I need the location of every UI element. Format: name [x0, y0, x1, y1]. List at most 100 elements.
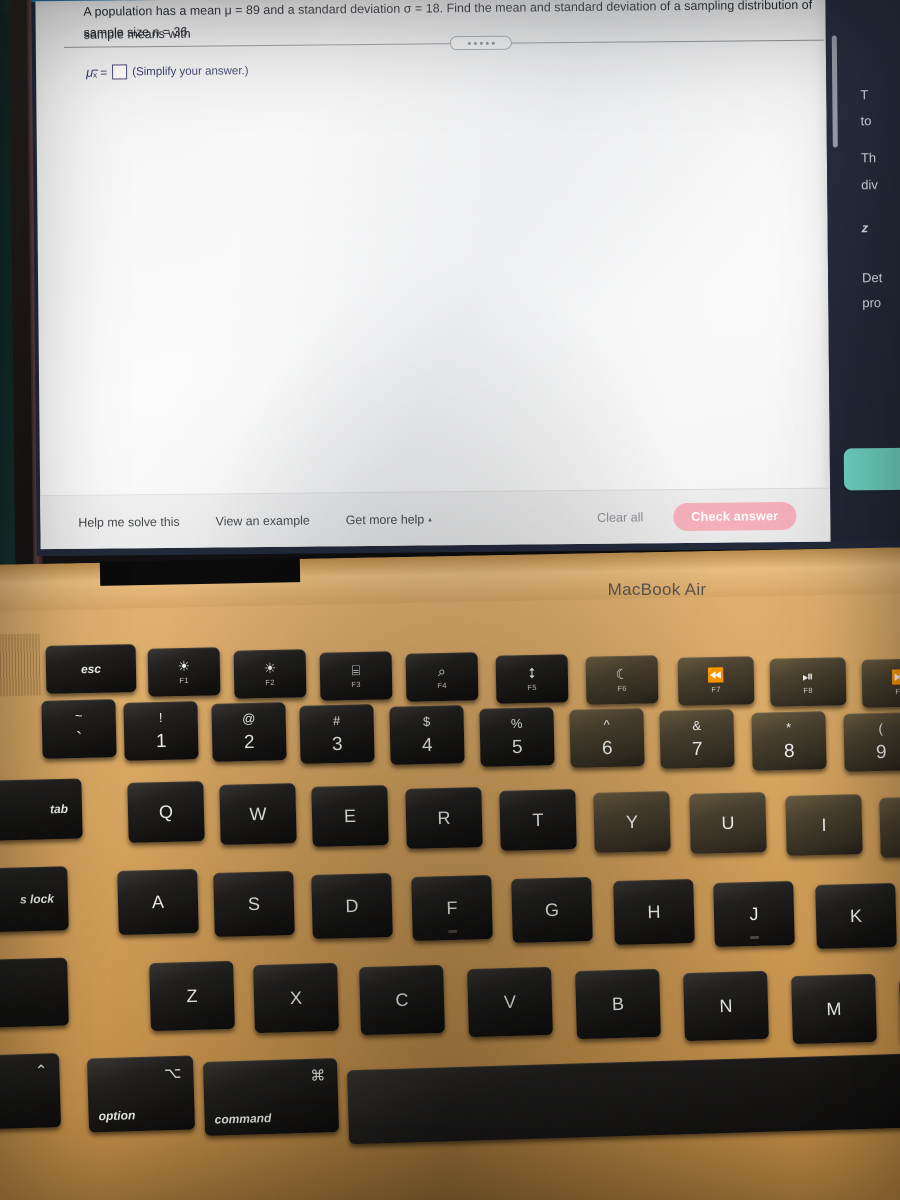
- key-label: W: [249, 803, 267, 824]
- key-caps-lock[interactable]: s lock: [0, 866, 69, 934]
- key-label: N: [719, 995, 733, 1016]
- key-k[interactable]: K: [815, 882, 897, 950]
- key-label: B: [611, 993, 625, 1014]
- key-label: Y: [625, 811, 639, 832]
- key-shift-label: $: [422, 713, 431, 729]
- key-label: I: [821, 814, 827, 835]
- key-z[interactable]: Z: [149, 960, 235, 1032]
- key-nine[interactable]: (9: [843, 712, 900, 772]
- key-q[interactable]: Q: [127, 781, 205, 843]
- key-d[interactable]: D: [311, 872, 393, 940]
- fn-label: F3: [351, 679, 362, 690]
- key-tab[interactable]: tab: [0, 778, 83, 842]
- dictation-mic-icon: ⭥: [527, 664, 536, 682]
- brightness-down-icon: ☀: [177, 657, 191, 675]
- key-shift-label: ~: [74, 707, 83, 723]
- key-five[interactable]: % 5: [479, 707, 555, 767]
- key-j[interactable]: J: [713, 880, 795, 948]
- key-tilde[interactable]: ~ `: [41, 699, 117, 759]
- key-label: A: [151, 891, 165, 912]
- key-command[interactable]: ⌘ command: [202, 1058, 340, 1136]
- key-space[interactable]: [347, 1053, 900, 1145]
- key-label: X: [289, 987, 303, 1008]
- key-mission-control[interactable]: ⌸ F3: [319, 651, 393, 701]
- key-t[interactable]: T: [499, 789, 577, 851]
- key-dictation-mic[interactable]: ⭥ F5: [495, 654, 569, 704]
- key-i[interactable]: I: [785, 794, 863, 856]
- key-r[interactable]: R: [405, 787, 483, 849]
- key-option[interactable]: ⌥ option: [86, 1055, 196, 1133]
- key-label: esc: [80, 661, 102, 677]
- photo-scene: A population has a mean μ = 89 and a sta…: [0, 0, 900, 1200]
- key-n[interactable]: N: [683, 970, 769, 1042]
- key-label: tab: [49, 801, 69, 817]
- key-shift-label: #: [332, 712, 341, 728]
- key-label: D: [345, 895, 359, 916]
- fn-label: F2: [265, 677, 276, 688]
- key-label: U: [721, 812, 735, 833]
- key-brightness-down[interactable]: ☀ F1: [147, 647, 221, 697]
- key-v[interactable]: V: [467, 966, 553, 1038]
- fn-label: F6: [617, 683, 628, 694]
- key-h[interactable]: H: [613, 878, 695, 946]
- key-w[interactable]: W: [219, 783, 297, 845]
- key-label: E: [343, 805, 357, 826]
- key-s[interactable]: S: [213, 870, 295, 938]
- key-label: 3: [331, 733, 343, 755]
- key-f[interactable]: F: [411, 874, 493, 942]
- key-shift-label: *: [785, 719, 792, 735]
- fn-label: F4: [437, 680, 448, 691]
- key-four[interactable]: $4: [389, 705, 465, 765]
- brightness-up-icon: ☀: [263, 659, 277, 677]
- key-label: `: [75, 728, 83, 750]
- key-label: 8: [783, 740, 795, 762]
- key-label: Z: [186, 985, 198, 1006]
- key-label: H: [647, 901, 661, 922]
- key-label: K: [849, 905, 863, 926]
- key-label: G: [544, 899, 560, 920]
- key-b[interactable]: B: [575, 968, 661, 1040]
- fn-label: F5: [527, 682, 538, 693]
- key-shift-left[interactable]: [0, 957, 69, 1031]
- key-label: Q: [158, 801, 174, 822]
- key-label: C: [395, 989, 409, 1010]
- key-brightness-up[interactable]: ☀ F2: [233, 649, 307, 699]
- key-c[interactable]: C: [359, 964, 445, 1036]
- command-glyph-icon: ⌘: [310, 1067, 326, 1085]
- key-shift-label: (: [878, 720, 884, 736]
- key-eight[interactable]: * 8: [751, 711, 827, 771]
- key-o[interactable]: O: [879, 796, 900, 858]
- fn-label: F1: [179, 675, 190, 686]
- key-y[interactable]: Y: [593, 791, 671, 853]
- key-label: command: [214, 1111, 272, 1127]
- key-control[interactable]: ⌃control: [0, 1053, 62, 1131]
- key-a[interactable]: A: [117, 868, 199, 936]
- key-fast-forward[interactable]: ⏩ F9: [861, 658, 900, 708]
- key-label: 4: [421, 734, 433, 756]
- key-x[interactable]: X: [253, 962, 339, 1034]
- key-u[interactable]: U: [689, 792, 767, 854]
- key-label: S: [247, 893, 261, 914]
- key-label: 1: [155, 730, 167, 752]
- key-m[interactable]: M: [791, 973, 877, 1045]
- key-shift-label: ^: [603, 716, 610, 732]
- key-three[interactable]: #3: [299, 704, 375, 764]
- key-six[interactable]: ^ 6: [569, 708, 645, 768]
- key-e[interactable]: E: [311, 785, 389, 847]
- key-g[interactable]: G: [511, 876, 593, 944]
- key-do-not-disturb[interactable]: ☾ F6: [585, 655, 659, 705]
- keyboard: esc ☀ F1 ☀ F2 ⌸ F3 ⌕ F4 ⭥ F5 ☾ F6 ⏪ F7 ⏯ F8 ⏩ F9 ~ `! 1 @2 #3 $4…: [0, 0, 900, 1200]
- mission-control-icon: ⌸: [351, 661, 361, 679]
- key-label: F: [446, 897, 458, 918]
- key-rewind[interactable]: ⏪ F7: [677, 656, 755, 706]
- key-esc[interactable]: esc: [45, 644, 137, 694]
- key-seven[interactable]: & 7: [659, 709, 735, 769]
- key-label: R: [437, 807, 451, 828]
- home-row-bump: [750, 935, 760, 940]
- fn-label: F8: [803, 685, 814, 696]
- key-one[interactable]: ! 1: [123, 701, 199, 761]
- key-spotlight-search[interactable]: ⌕ F4: [405, 652, 479, 702]
- key-shift-label: @: [241, 710, 256, 726]
- key-play-pause[interactable]: ⏯ F8: [769, 657, 847, 707]
- key-two[interactable]: @2: [211, 702, 287, 762]
